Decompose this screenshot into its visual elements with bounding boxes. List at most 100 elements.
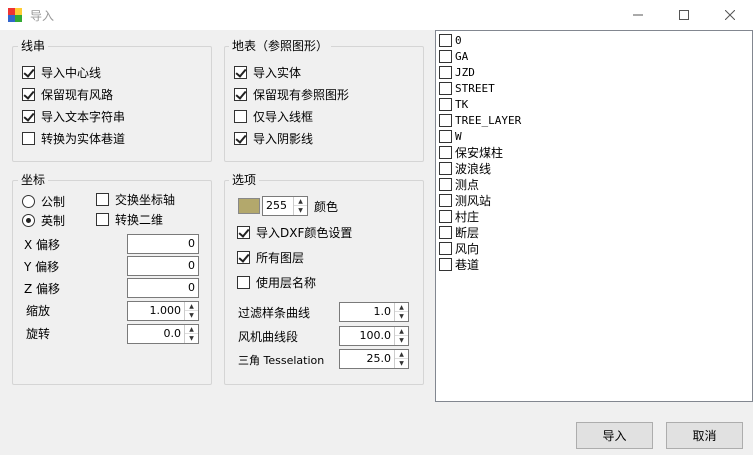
- import-hatch-box: [234, 131, 247, 145]
- import-centerline-box: [22, 65, 35, 79]
- import-text-box: [22, 109, 35, 123]
- layer-checkbox[interactable]: [439, 241, 452, 255]
- filter-spline-spinner[interactable]: 1.0 ▲ ▼: [339, 302, 409, 322]
- rotate-spinner[interactable]: 0.0 ▲ ▼: [127, 324, 199, 344]
- list-item[interactable]: 测风站: [439, 192, 491, 208]
- spin-down-icon[interactable]: ▼: [185, 334, 198, 343]
- scale-spinner[interactable]: 1.000 ▲ ▼: [127, 301, 199, 321]
- spin-up-icon[interactable]: ▲: [395, 350, 408, 359]
- z-offset-label: Z 偏移: [24, 282, 61, 296]
- layer-checkbox[interactable]: [439, 177, 452, 191]
- spin-up-icon[interactable]: ▲: [395, 327, 408, 336]
- list-item[interactable]: GA: [439, 48, 468, 64]
- z-offset-input[interactable]: 0: [127, 278, 199, 298]
- spin-down-icon[interactable]: ▼: [395, 359, 408, 368]
- layer-checkbox[interactable]: [439, 161, 452, 175]
- to-2d-checkbox[interactable]: 转换二维: [96, 211, 163, 227]
- layer-checkbox[interactable]: [439, 145, 452, 159]
- spin-up-icon[interactable]: ▲: [294, 197, 307, 206]
- layer-checkbox[interactable]: [439, 225, 452, 239]
- layer-checkbox[interactable]: [439, 209, 452, 223]
- layer-list[interactable]: 0 GA JZD STREET TK TREE_LAYER W 保安煤柱 波浪线 测点 测风站 村庄断…: [435, 30, 753, 402]
- options-group-legend: 选项: [229, 173, 260, 187]
- y-offset-input[interactable]: 0: [127, 256, 199, 276]
- spin-up-icon[interactable]: ▲: [185, 302, 198, 311]
- maximize-icon: [679, 10, 689, 20]
- scale-label: 缩放: [26, 304, 51, 318]
- list-item[interactable]: 村庄: [439, 208, 479, 224]
- spin-down-icon[interactable]: ▼: [294, 206, 307, 215]
- metric-radio[interactable]: 公制: [22, 193, 65, 209]
- color-spinner[interactable]: 255 ▲ ▼: [262, 196, 308, 216]
- window-title: 导入: [30, 9, 55, 23]
- import-button[interactable]: 导入: [576, 422, 653, 449]
- list-item[interactable]: 保安煤柱: [439, 144, 503, 160]
- list-item[interactable]: 风向: [439, 240, 479, 256]
- layer-name: 巷道: [455, 257, 480, 272]
- use-layer-name-checkbox[interactable]: 使用层名称: [237, 274, 316, 290]
- layer-name: 测风站: [455, 193, 492, 208]
- spin-up-icon[interactable]: ▲: [395, 303, 408, 312]
- import-centerline-checkbox[interactable]: 导入中心线: [22, 64, 101, 80]
- spin-down-icon[interactable]: ▼: [395, 312, 408, 321]
- color-swatch[interactable]: [238, 198, 260, 214]
- list-item[interactable]: 测点: [439, 176, 479, 192]
- all-layers-checkbox[interactable]: 所有图层: [237, 249, 304, 265]
- layer-name: TK: [455, 97, 469, 111]
- minimize-icon: [633, 14, 643, 16]
- layer-checkbox[interactable]: [439, 49, 452, 63]
- import-dxf-color-checkbox[interactable]: 导入DXF颜色设置: [237, 224, 352, 240]
- triangle-label: 三角 Tesselation: [238, 354, 325, 367]
- imperial-radio-dot: [22, 213, 35, 227]
- list-item[interactable]: JZD: [439, 64, 475, 80]
- layer-name: TREE_LAYER: [455, 113, 522, 127]
- rotate-label: 旋转: [26, 327, 51, 341]
- import-text-checkbox[interactable]: 导入文本字符串: [22, 108, 125, 124]
- layer-name: 波浪线: [455, 161, 492, 176]
- list-item[interactable]: TK: [439, 96, 468, 112]
- layer-name: 风向: [455, 241, 480, 256]
- layer-name: JZD: [455, 65, 475, 79]
- layer-checkbox[interactable]: [439, 257, 452, 271]
- convert-solid-checkbox[interactable]: 转换为实体巷道: [22, 130, 125, 146]
- layer-checkbox[interactable]: [439, 193, 452, 207]
- spin-up-icon[interactable]: ▲: [185, 325, 198, 334]
- list-item[interactable]: 断层: [439, 224, 479, 240]
- layer-checkbox[interactable]: [439, 113, 452, 127]
- keep-airways-checkbox[interactable]: 保留现有风路: [22, 86, 113, 102]
- swap-axes-box: [96, 192, 109, 206]
- x-offset-input[interactable]: 0: [127, 234, 199, 254]
- swap-axes-checkbox[interactable]: 交换坐标轴: [96, 191, 175, 207]
- list-item[interactable]: 巷道: [439, 256, 479, 272]
- maximize-button[interactable]: [661, 0, 707, 30]
- layer-checkbox[interactable]: [439, 129, 452, 143]
- close-button[interactable]: [707, 0, 753, 30]
- spin-down-icon[interactable]: ▼: [185, 311, 198, 320]
- layer-checkbox[interactable]: [439, 65, 452, 79]
- triangle-spinner[interactable]: 25.0 ▲ ▼: [339, 349, 409, 369]
- list-item[interactable]: W: [439, 128, 462, 144]
- list-item[interactable]: 波浪线: [439, 160, 491, 176]
- list-item[interactable]: TREE_LAYER: [439, 112, 521, 128]
- layer-checkbox[interactable]: [439, 97, 452, 111]
- layer-checkbox[interactable]: [439, 81, 452, 95]
- keep-ref-graphics-checkbox[interactable]: 保留现有参照图形: [234, 86, 349, 102]
- all-layers-box: [237, 250, 250, 264]
- minimize-button[interactable]: [615, 0, 661, 30]
- fan-curve-spinner[interactable]: 100.0 ▲ ▼: [339, 326, 409, 346]
- import-hatch-checkbox[interactable]: 导入阴影线: [234, 130, 313, 146]
- to-2d-box: [96, 212, 109, 226]
- layer-name: 测点: [455, 177, 480, 192]
- imperial-radio[interactable]: 英制: [22, 212, 65, 228]
- layer-checkbox[interactable]: [439, 33, 452, 47]
- wireframe-only-checkbox[interactable]: 仅导入线框: [234, 108, 313, 124]
- y-offset-label: Y 偏移: [24, 260, 60, 274]
- filter-spline-label: 过滤样条曲线: [238, 306, 311, 320]
- import-solid-checkbox[interactable]: 导入实体: [234, 64, 301, 80]
- close-icon: [725, 10, 735, 20]
- cancel-button[interactable]: 取消: [666, 422, 743, 449]
- list-item[interactable]: 0: [439, 32, 462, 48]
- keep-airways-box: [22, 87, 35, 101]
- list-item[interactable]: STREET: [439, 80, 495, 96]
- spin-down-icon[interactable]: ▼: [395, 336, 408, 345]
